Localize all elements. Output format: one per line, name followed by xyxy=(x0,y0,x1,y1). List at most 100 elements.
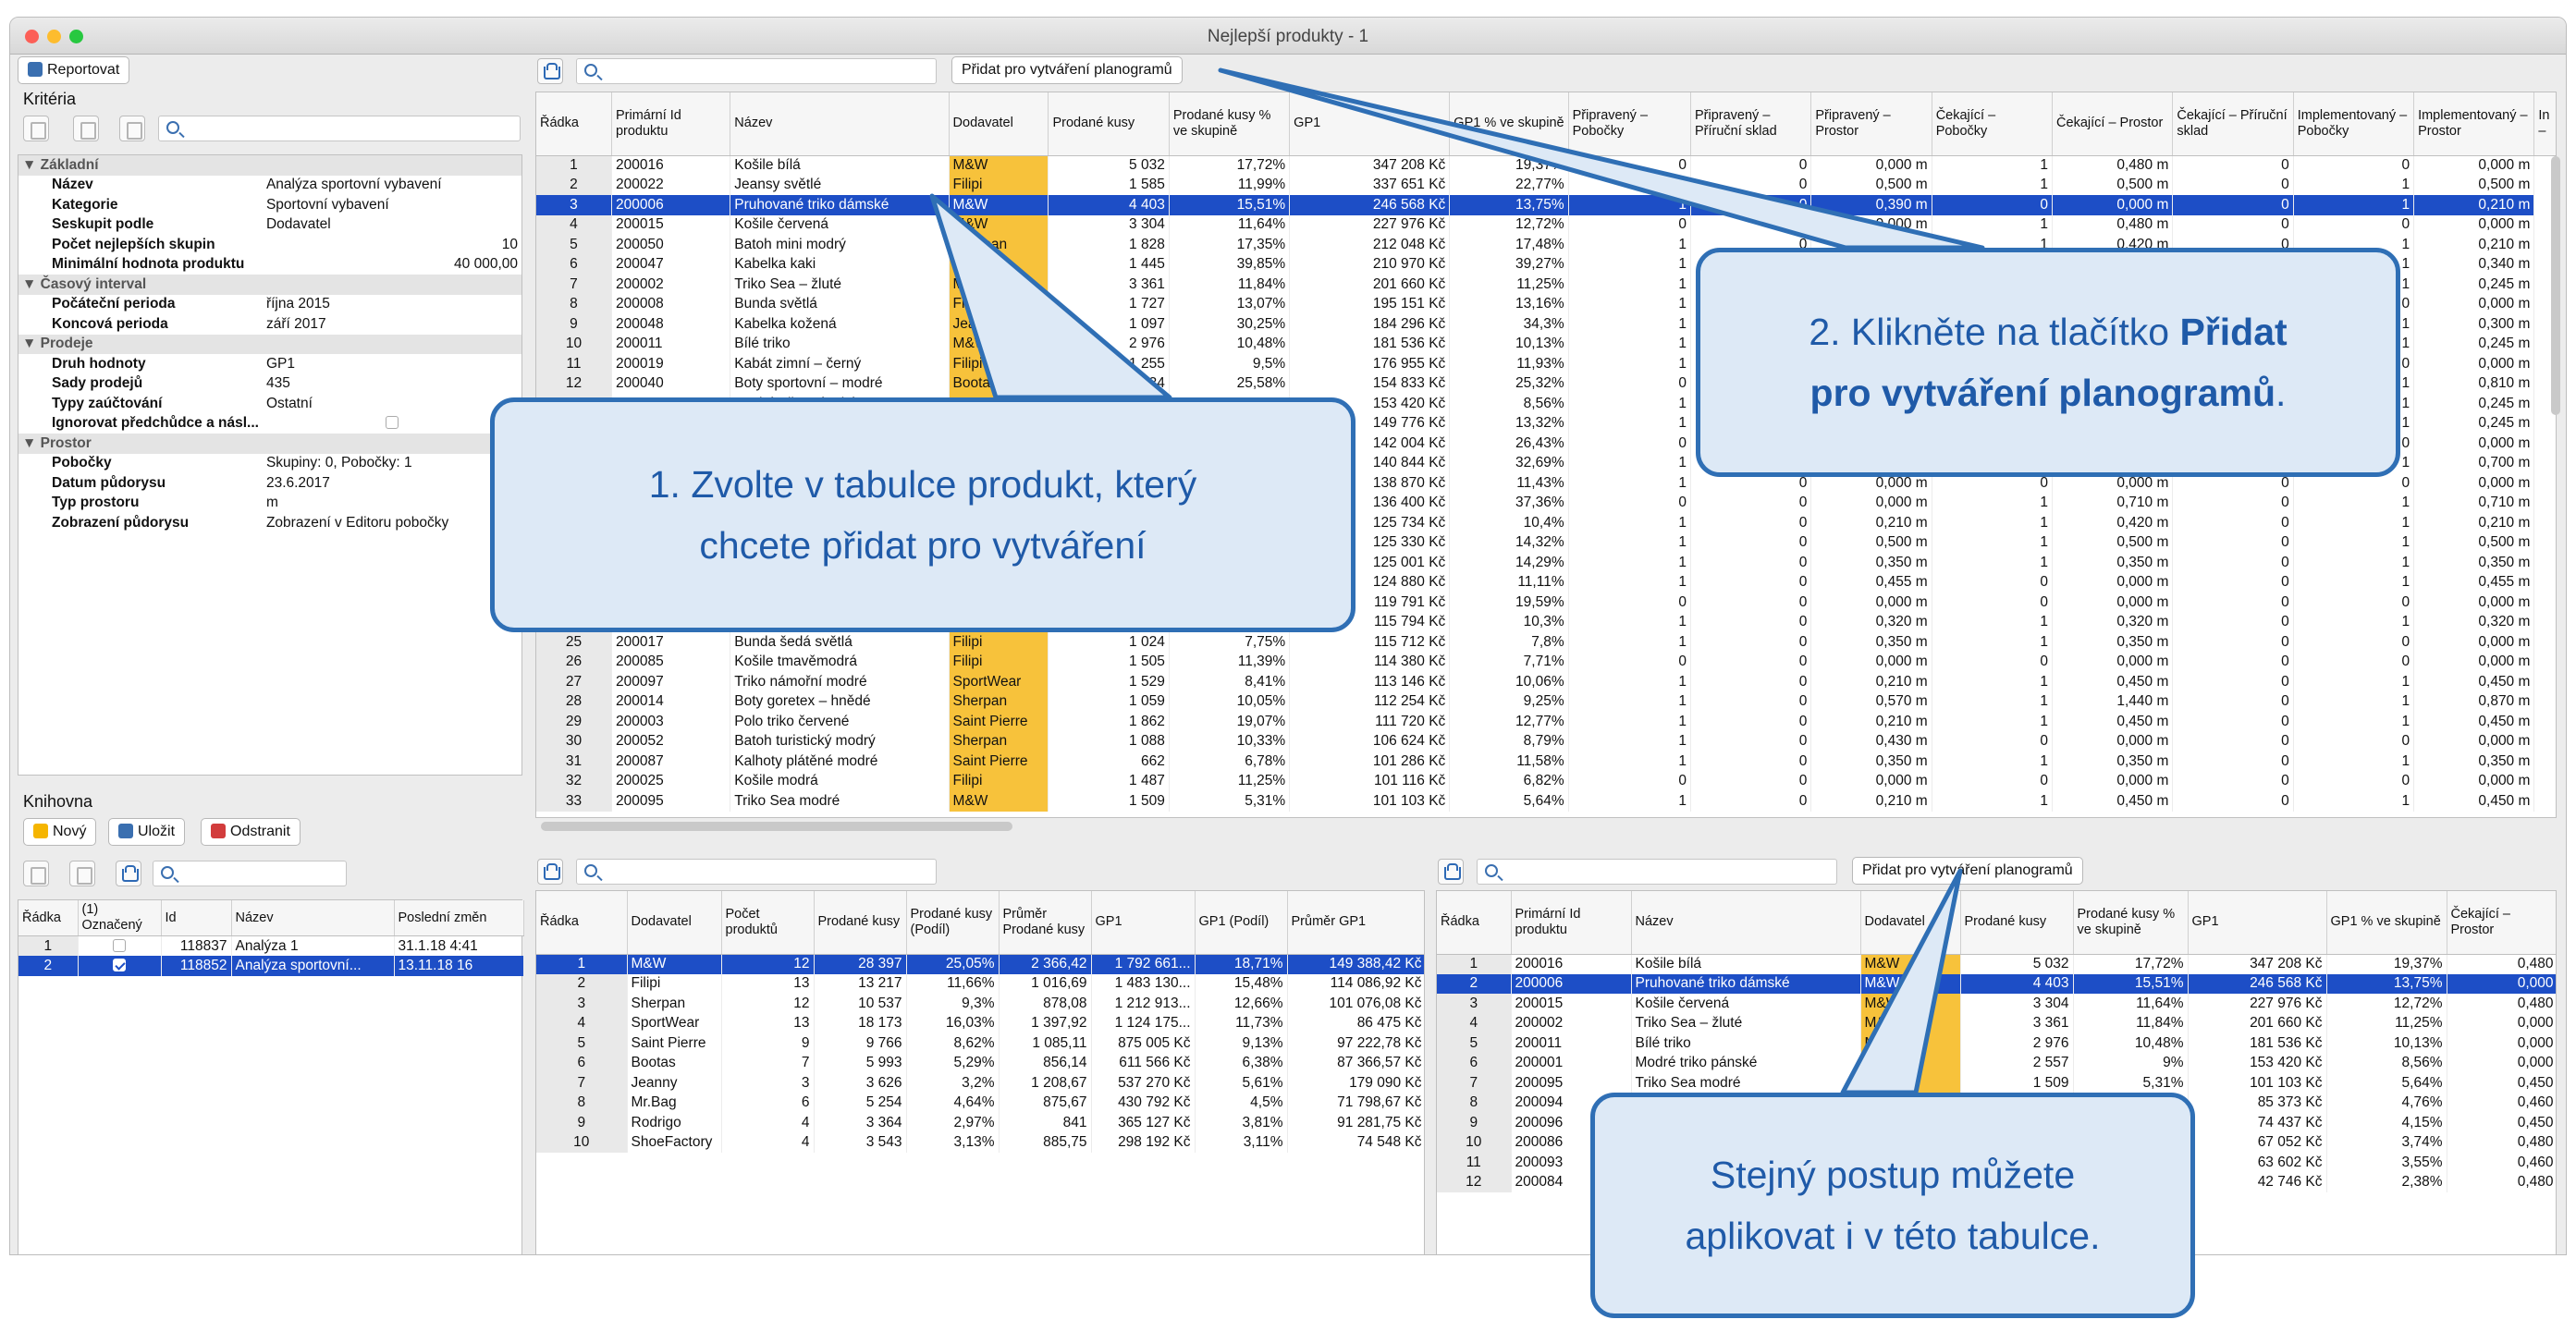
criteria-value[interactable]: září 2017 xyxy=(263,314,521,335)
products-row[interactable]: 4 200015 Košile červená M&W 3 304 11,64% 227 9… xyxy=(536,214,2556,235)
criteria-value[interactable]: m xyxy=(263,494,521,514)
suppliers-row[interactable]: 5 Saint Pierre 9 9 766 8,62% 1 085,11 875 005 … xyxy=(536,1033,1424,1054)
products-row[interactable]: 32 200025 Košile modrá Filipi 1 487 11,25% 101… xyxy=(536,771,2556,791)
group-products-column-header[interactable]: Řádka xyxy=(1437,891,1512,955)
suppliers-row[interactable]: 2 Filipi 13 13 217 11,66% 1 016,69 1 483 130..… xyxy=(536,973,1424,994)
checked-checkbox[interactable] xyxy=(113,958,126,971)
criteria-group-0[interactable]: ▼ Základní xyxy=(18,155,521,176)
criteria-value[interactable] xyxy=(263,414,521,434)
suppliers-row[interactable]: 7 Jeanny 3 3 626 3,2% 1 208,67 537 270 Kč 5,61%… xyxy=(536,1073,1424,1094)
library-row[interactable]: 2 118852 Analýza sportovní... 13.11.18 16 xyxy=(18,956,524,976)
criteria-value[interactable]: Zobrazení v Editoru pobočky xyxy=(263,513,521,533)
group-products-row[interactable]: 3 200015 Košile červená M&W 3 304 11,64% 227 9… xyxy=(1437,994,2556,1014)
products-row[interactable]: 27 200097 Triko námořní modré SportWear 1 52… xyxy=(536,672,2556,692)
criteria-group-2[interactable]: ▼ Prodeje xyxy=(18,334,521,354)
library-column-header[interactable]: Poslední změn xyxy=(394,900,524,936)
suppliers-row[interactable]: 9 Rodrigo 4 3 364 2,97% 841 365 127 Kč 3,81% 91 … xyxy=(536,1113,1424,1133)
criteria-value[interactable]: 40 000,00 xyxy=(263,255,521,275)
criteria-value[interactable]: 23.6.2017 xyxy=(263,473,521,494)
criteria-row[interactable]: Kategorie Sportovní vybavení xyxy=(18,195,521,215)
criteria-group-3[interactable]: ▼ Prostor xyxy=(18,434,521,454)
criteria-row[interactable]: Seskupit podle Dodavatel xyxy=(18,215,521,236)
products-column-header[interactable]: Prodané kusy % ve skupině xyxy=(1169,92,1291,156)
group-products-column-header[interactable]: Prodané kusy xyxy=(1960,891,2074,955)
products-column-header[interactable]: Čekající – Příruční sklad xyxy=(2172,92,2294,156)
report-button[interactable]: Reportovat xyxy=(18,56,130,84)
products-column-header[interactable]: Implementovaný – Prostor xyxy=(2413,92,2535,156)
new-button[interactable]: Nový xyxy=(23,818,97,846)
suppliers-row[interactable]: 3 Sherpan 12 10 537 9,3% 878,08 1 212 913... 12… xyxy=(536,994,1424,1014)
products-column-header[interactable]: GP1 xyxy=(1289,92,1451,156)
criteria-value[interactable]: Skupiny: 0, Pobočky: 1 xyxy=(263,454,521,474)
library-column-header[interactable]: Název xyxy=(231,900,395,936)
suppliers-row[interactable]: 8 Mr.Bag 6 5 254 4,64% 875,67 430 792 Kč 4,5% 71… xyxy=(536,1093,1424,1113)
library-row[interactable]: 1 118837 Analýza 1 31.1.18 4:41 xyxy=(18,935,524,956)
suppliers-column-header[interactable]: Prodané kusy (Podíl) xyxy=(906,891,1000,955)
group-products-column-header[interactable]: GP1 xyxy=(2188,891,2327,955)
suppliers-column-header[interactable]: Průměr Prodané kusy xyxy=(999,891,1092,955)
criteria-value[interactable]: 435 xyxy=(263,374,521,395)
main-search-input[interactable] xyxy=(576,58,937,84)
criteria-value[interactable]: Sportovní vybavení xyxy=(263,195,521,215)
suppliers-column-header[interactable]: Průměr GP1 xyxy=(1287,891,1424,955)
products-row[interactable]: 25 200017 Bunda šedá světlá Filipi 1 024 7,75… xyxy=(536,632,2556,653)
criteria-row[interactable]: Název Analýza sportovní vybavení xyxy=(18,176,521,196)
copy-icon[interactable] xyxy=(23,116,49,141)
criteria-checkbox[interactable] xyxy=(385,416,399,430)
group-products-column-header[interactable]: Čekající – Prostor xyxy=(2447,891,2556,955)
group-products-column-header[interactable]: Název xyxy=(1631,891,1861,955)
group-products-column-header[interactable]: Primární Id produktu xyxy=(1511,891,1632,955)
products-row[interactable]: 29 200003 Polo triko červené Saint Pierre 1 … xyxy=(536,712,2556,732)
criteria-value[interactable]: Ostatní xyxy=(263,394,521,414)
criteria-value[interactable]: 10 xyxy=(263,235,521,255)
products-row[interactable]: 33 200095 Triko Sea modré M&W 1 509 5,31% 101 … xyxy=(536,791,2556,812)
criteria-row[interactable]: Koncová perioda září 2017 xyxy=(18,314,521,335)
library-checked-cell[interactable] xyxy=(78,935,162,956)
suppliers-search-input[interactable] xyxy=(576,859,937,885)
suppliers-column-header[interactable]: Počet produktů xyxy=(721,891,815,955)
group-products-row[interactable]: 1 200016 Košile bílá M&W 5 032 17,72% 347 208 … xyxy=(1437,954,2556,974)
products-column-header[interactable]: Řádka xyxy=(536,92,612,156)
criteria-row[interactable]: Typ prostoru m xyxy=(18,494,521,514)
group-products-row[interactable]: 5 200011 Bílé triko M&W 2 976 10,48% 181 536 K… xyxy=(1437,1033,2556,1054)
basket-icon[interactable] xyxy=(537,859,563,885)
criteria-row[interactable]: Počet nejlepších skupin 10 xyxy=(18,235,521,255)
suppliers-row[interactable]: 4 SportWear 13 18 173 16,03% 1 397,92 1 124 17… xyxy=(536,1013,1424,1033)
criteria-row[interactable]: Druh hodnoty GP1 xyxy=(18,354,521,374)
criteria-row[interactable]: Minimální hodnota produktu 40 000,00 xyxy=(18,255,521,275)
criteria-row[interactable]: Pobočky Skupiny: 0, Pobočky: 1 xyxy=(18,454,521,474)
criteria-row[interactable]: Ignorovat předchůdce a násl... xyxy=(18,414,521,434)
products-column-header[interactable]: Připravený – Příruční sklad xyxy=(1690,92,1812,156)
basket-icon[interactable] xyxy=(1438,859,1464,885)
products-row[interactable]: 30 200052 Batoh turistický modrý Sherpan 1 0… xyxy=(536,731,2556,751)
group-products-column-header[interactable]: Prodané kusy % ve skupině xyxy=(2073,891,2189,955)
products-column-header[interactable]: Prodané kusy xyxy=(1048,92,1170,156)
checkbox[interactable] xyxy=(113,938,126,952)
criteria-row[interactable]: Počáteční perioda října 2015 xyxy=(18,295,521,315)
group-products-row[interactable]: 4 200002 Triko Sea – žluté M&W 3 361 11,84% 20… xyxy=(1437,1013,2556,1033)
group-search-input[interactable] xyxy=(1477,859,1837,885)
products-column-header[interactable]: Připravený – Pobočky xyxy=(1568,92,1692,156)
suppliers-row[interactable]: 6 Bootas 7 5 993 5,29% 856,14 611 566 Kč 6,38% 8… xyxy=(536,1053,1424,1073)
library-column-header[interactable]: Řádka xyxy=(18,900,79,936)
criteria-value[interactable]: Analýza sportovní vybavení xyxy=(263,176,521,196)
suppliers-row[interactable]: 10 ShoeFactory 4 3 543 3,13% 885,75 298 192 Kč… xyxy=(536,1132,1424,1153)
group-products-row[interactable]: 7 200095 Triko Sea modré M&W 1 509 5,31% 101 1… xyxy=(1437,1073,2556,1094)
products-column-header[interactable]: In – xyxy=(2533,92,2556,156)
products-vertical-scrollbar[interactable] xyxy=(2551,156,2560,415)
group-products-column-header[interactable]: GP1 % ve skupině xyxy=(2326,891,2447,955)
criteria-value[interactable]: října 2015 xyxy=(263,295,521,315)
products-column-header[interactable]: Čekající – Prostor xyxy=(2052,92,2174,156)
products-column-header[interactable]: Dodavatel xyxy=(949,92,1049,156)
library-column-header[interactable]: Id xyxy=(161,900,232,936)
criteria-value[interactable]: Dodavatel xyxy=(263,215,521,236)
check-all-icon[interactable] xyxy=(23,861,49,886)
products-horizontal-scrollbar[interactable] xyxy=(541,822,1012,831)
remove-button[interactable]: Odstranit xyxy=(201,818,301,846)
group-add-planogram-button[interactable]: Přidat pro vytváření planogramů xyxy=(1852,857,2083,885)
paste-icon[interactable] xyxy=(73,116,99,141)
products-row[interactable]: 2 200022 Jeansy světlé Filipi 1 585 11,99% 337… xyxy=(536,175,2556,195)
edit-icon[interactable] xyxy=(119,116,145,141)
criteria-row[interactable]: Datum půdorysu 23.6.2017 xyxy=(18,473,521,494)
group-products-row[interactable]: 2 200006 Pruhované triko dámské M&W 4 403 15,… xyxy=(1437,973,2556,994)
